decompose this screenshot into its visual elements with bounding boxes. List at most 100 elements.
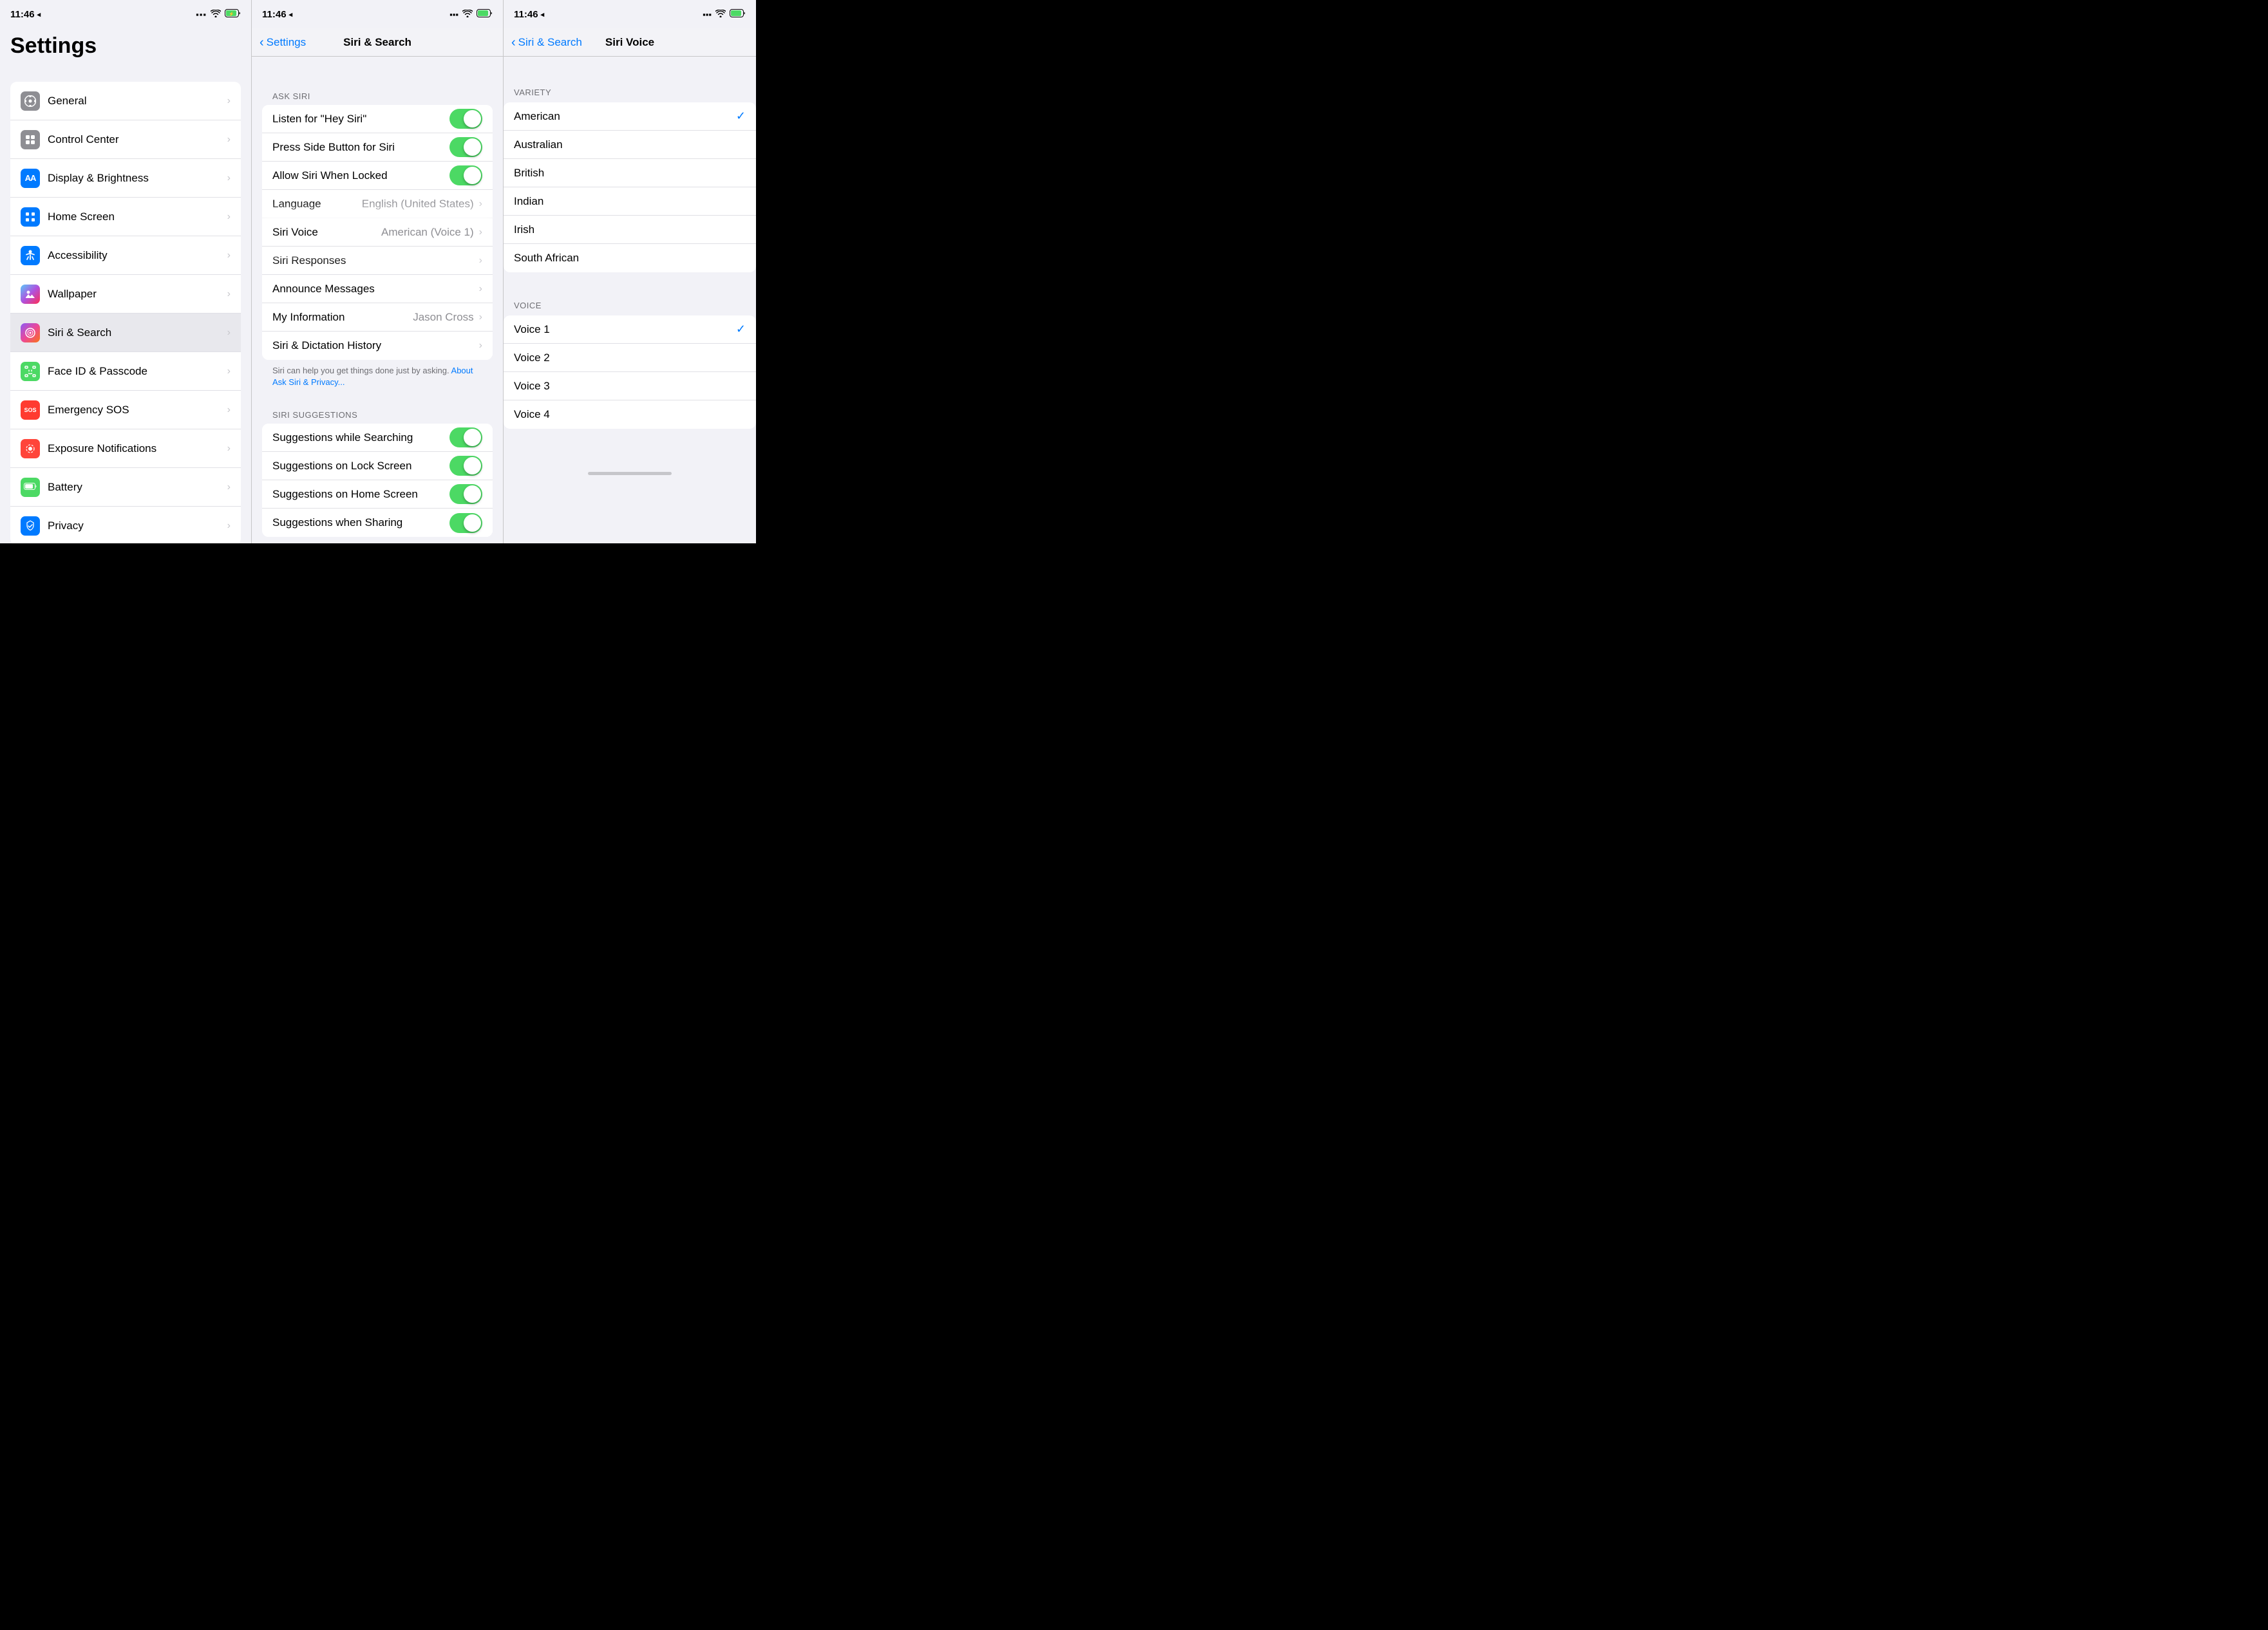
battery-icon-left: ⚡: [225, 9, 241, 19]
settings-panel: 11:46 ◂ ▪▪▪ ⚡: [0, 0, 252, 543]
suggestions-footer: Siri can make suggestions in apps, on Ho…: [252, 542, 503, 543]
variety-header: VARIETY: [504, 70, 756, 102]
settings-row-home-screen[interactable]: Home Screen ›: [10, 198, 241, 236]
side-button-label: Press Side Button for Siri: [272, 141, 449, 154]
settings-row-accessibility[interactable]: Accessibility ›: [10, 236, 241, 275]
time-left: 11:46 ◂: [10, 9, 41, 20]
suggestions-home-toggle[interactable]: [449, 484, 482, 504]
hey-siri-row[interactable]: Listen for "Hey Siri": [262, 105, 493, 133]
variety-australian[interactable]: Australian: [504, 131, 756, 159]
dictation-history-row[interactable]: Siri & Dictation History ›: [262, 332, 493, 360]
variety-group: American ✓ Australian British Indian I: [504, 102, 756, 272]
signal-icon-right: ▪▪▪: [703, 10, 712, 19]
south-african-label: South African: [514, 252, 746, 265]
announce-messages-row[interactable]: Announce Messages ›: [262, 275, 493, 303]
location-icon-middle: ◂: [289, 10, 293, 19]
voice4-label: Voice 4: [514, 408, 746, 421]
settings-title-container: Settings: [0, 28, 251, 69]
back-to-settings[interactable]: ‹ Settings: [260, 36, 306, 49]
status-bar-left: 11:46 ◂ ▪▪▪ ⚡: [0, 0, 251, 28]
back-label-right: Siri & Search: [518, 36, 582, 49]
siri-search-panel: 11:46 ◂ ▪▪▪: [252, 0, 504, 543]
exposure-chevron: ›: [227, 443, 231, 454]
variety-american[interactable]: American ✓: [504, 102, 756, 131]
announce-chevron: ›: [479, 283, 482, 295]
home-bar-right: [588, 472, 672, 475]
voice1-label: Voice 1: [514, 323, 736, 336]
svg-text:⚡: ⚡: [229, 11, 234, 17]
voice-group: Voice 1 ✓ Voice 2 Voice 3 Voice 4: [504, 315, 756, 429]
settings-row-battery[interactable]: Battery ›: [10, 468, 241, 507]
display-icon: AA: [21, 169, 40, 188]
location-icon-left: ◂: [37, 10, 41, 19]
voice-1[interactable]: Voice 1 ✓: [504, 315, 756, 344]
home-screen-label: Home Screen: [48, 211, 227, 223]
settings-section-main: General › Control Center ›: [10, 82, 241, 543]
settings-row-exposure[interactable]: Exposure Notifications ›: [10, 429, 241, 468]
status-icons-right: ▪▪▪: [703, 9, 746, 19]
faceid-chevron: ›: [227, 366, 231, 377]
suggestions-home-row[interactable]: Suggestions on Home Screen: [262, 480, 493, 509]
settings-row-sos[interactable]: SOS Emergency SOS ›: [10, 391, 241, 429]
control-center-label: Control Center: [48, 133, 227, 146]
side-button-row[interactable]: Press Side Button for Siri: [262, 133, 493, 162]
wallpaper-icon: [21, 285, 40, 304]
language-row[interactable]: Language English (United States) ›: [262, 190, 493, 218]
status-bar-middle: 11:46 ◂ ▪▪▪: [252, 0, 503, 28]
my-info-chevron: ›: [479, 312, 482, 323]
suggestions-lock-label: Suggestions on Lock Screen: [272, 460, 449, 473]
siri-search-list: ASK SIRI Listen for "Hey Siri" Press Sid…: [252, 57, 503, 543]
suggestions-searching-row[interactable]: Suggestions while Searching: [262, 424, 493, 452]
my-info-row[interactable]: My Information Jason Cross ›: [262, 303, 493, 332]
settings-row-wallpaper[interactable]: Wallpaper ›: [10, 275, 241, 314]
suggestions-lock-row[interactable]: Suggestions on Lock Screen: [262, 452, 493, 480]
voice-4[interactable]: Voice 4: [504, 400, 756, 429]
settings-row-privacy[interactable]: Privacy ›: [10, 507, 241, 543]
suggestions-searching-toggle[interactable]: [449, 427, 482, 447]
variety-british[interactable]: British: [504, 159, 756, 187]
general-label: General: [48, 95, 227, 108]
variety-south-african[interactable]: South African: [504, 244, 756, 272]
siri-suggestions-section: SIRI SUGGESTIONS Suggestions while Searc…: [252, 406, 503, 543]
signal-icon-middle: ▪▪▪: [449, 10, 458, 19]
display-label: Display & Brightness: [48, 172, 227, 185]
allow-locked-row[interactable]: Allow Siri When Locked: [262, 162, 493, 190]
variety-indian[interactable]: Indian: [504, 187, 756, 216]
hey-siri-toggle[interactable]: [449, 109, 482, 129]
settings-row-control-center[interactable]: Control Center ›: [10, 120, 241, 159]
settings-row-siri[interactable]: Siri & Search ›: [10, 314, 241, 352]
american-label: American: [514, 110, 736, 123]
settings-row-general[interactable]: General ›: [10, 82, 241, 120]
ask-siri-header: ASK SIRI: [252, 88, 503, 105]
settings-row-display[interactable]: AA Display & Brightness ›: [10, 159, 241, 198]
settings-row-faceid[interactable]: Face ID & Passcode ›: [10, 352, 241, 391]
status-icons-middle: ▪▪▪: [449, 9, 493, 19]
allow-locked-toggle[interactable]: [449, 165, 482, 185]
faceid-icon: [21, 362, 40, 381]
settings-list: General › Control Center ›: [0, 69, 251, 543]
irish-label: Irish: [514, 223, 746, 236]
suggestions-lock-toggle[interactable]: [449, 456, 482, 476]
home-screen-chevron: ›: [227, 211, 231, 223]
middle-nav-title: Siri & Search: [343, 36, 411, 49]
battery-chevron: ›: [227, 482, 231, 493]
suggestions-sharing-toggle[interactable]: [449, 513, 482, 533]
siri-voice-row[interactable]: Siri Voice American (Voice 1) ›: [262, 218, 493, 247]
side-button-toggle[interactable]: [449, 137, 482, 157]
voice-3[interactable]: Voice 3: [504, 372, 756, 400]
dictation-history-chevron: ›: [479, 340, 482, 351]
suggestions-sharing-row[interactable]: Suggestions when Sharing: [262, 509, 493, 537]
australian-label: Australian: [514, 138, 746, 151]
my-info-value: Jason Cross: [413, 311, 473, 324]
dictation-history-label: Siri & Dictation History: [272, 339, 479, 352]
accessibility-label: Accessibility: [48, 249, 227, 262]
voice-2[interactable]: Voice 2: [504, 344, 756, 372]
ask-siri-section: ASK SIRI Listen for "Hey Siri" Press Sid…: [252, 88, 503, 388]
back-to-siri[interactable]: ‹ Siri & Search: [511, 36, 582, 49]
status-bar-right: 11:46 ◂ ▪▪▪: [504, 0, 756, 28]
siri-responses-row[interactable]: Siri Responses ›: [262, 247, 493, 275]
siri-voice-chevron: ›: [479, 227, 482, 238]
variety-section: VARIETY American ✓ Australian British In: [504, 70, 756, 272]
variety-irish[interactable]: Irish: [504, 216, 756, 244]
variety-voice-divider: [504, 272, 756, 295]
